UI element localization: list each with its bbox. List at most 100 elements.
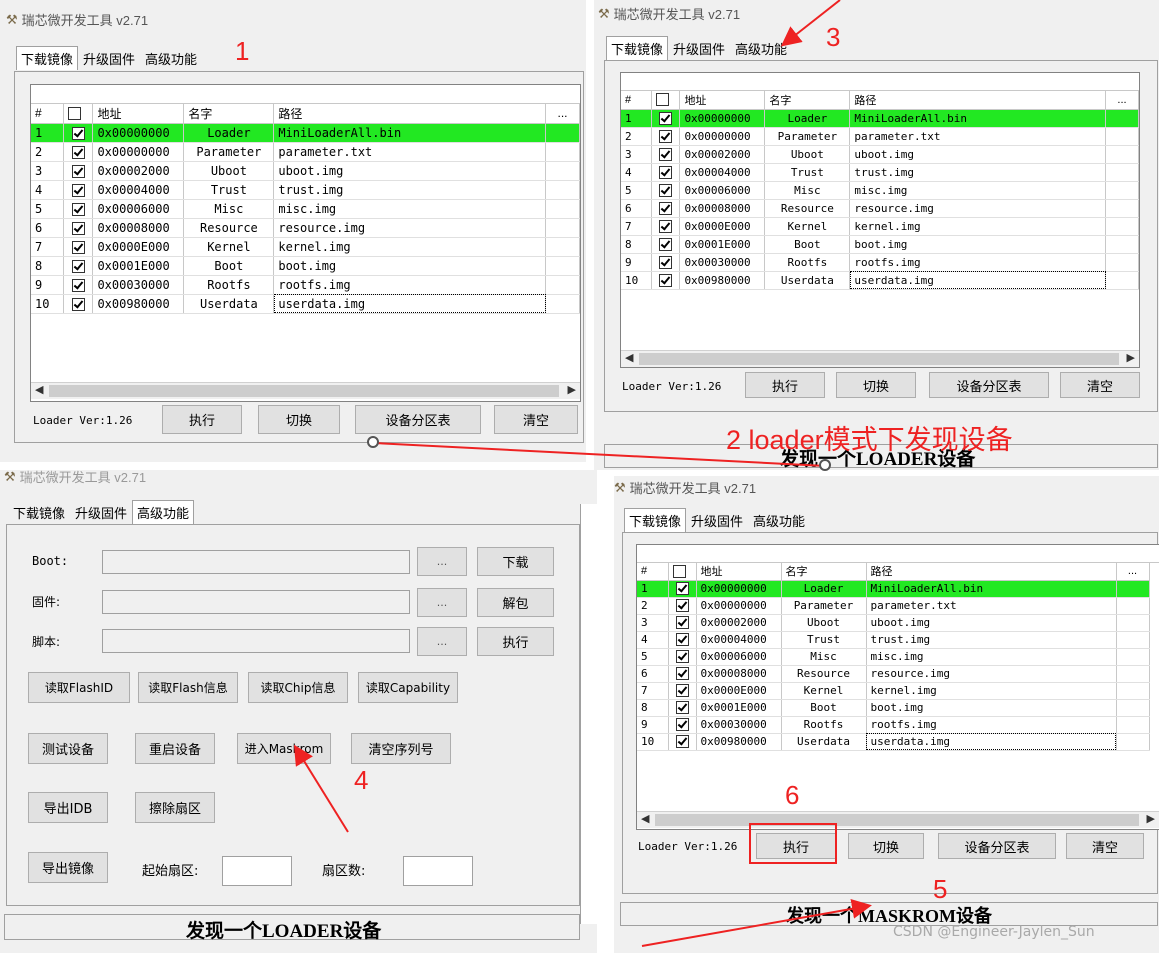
row-checkbox[interactable]: [675, 650, 689, 664]
row-checkbox[interactable]: [659, 129, 673, 143]
row-checkbox[interactable]: [675, 633, 689, 647]
tab-advanced[interactable]: 高级功能: [748, 508, 810, 532]
row-checkbox[interactable]: [659, 201, 673, 215]
table-row[interactable]: 7 0x0000E000 Kernel kernel.img: [31, 237, 580, 257]
tab-upgrade[interactable]: 升级固件: [686, 508, 748, 532]
script-path-input[interactable]: [102, 629, 410, 653]
row-checkbox[interactable]: [71, 259, 85, 273]
table-row[interactable]: 5 0x00006000 Misc misc.img: [637, 648, 1150, 666]
tab-download[interactable]: 下载镜像: [8, 500, 70, 524]
row-checkbox[interactable]: [675, 599, 689, 613]
column-header[interactable]: #: [31, 104, 65, 124]
row-checkbox[interactable]: [659, 273, 673, 287]
select-all-checkbox[interactable]: [672, 564, 686, 578]
row-checkbox[interactable]: [659, 183, 673, 197]
row-checkbox[interactable]: [71, 126, 85, 140]
table-row[interactable]: 2 0x00000000 Parameter parameter.txt: [621, 127, 1139, 146]
read-flashid-button[interactable]: 读取FlashID: [28, 672, 130, 703]
scroll-right-icon[interactable]: ▶: [568, 383, 576, 396]
start-sector-input[interactable]: [222, 856, 292, 886]
table-row[interactable]: 8 0x0001E000 Boot boot.img: [31, 256, 580, 276]
partition-table-button[interactable]: 设备分区表: [929, 372, 1049, 398]
scroll-left-icon[interactable]: ◀: [35, 383, 43, 396]
exec-button[interactable]: 执行: [745, 372, 825, 398]
table-row[interactable]: 7 0x0000E000 Kernel kernel.img: [621, 217, 1139, 236]
table-row[interactable]: 7 0x0000E000 Kernel kernel.img: [637, 682, 1150, 700]
read-capability-button[interactable]: 读取Capability: [358, 672, 458, 703]
tab-advanced[interactable]: 高级功能: [730, 36, 792, 60]
reboot-device-button[interactable]: 重启设备: [135, 733, 215, 764]
table-row[interactable]: 8 0x0001E000 Boot boot.img: [637, 699, 1150, 717]
table-row[interactable]: 1 0x00000000 Loader MiniLoaderAll.bin: [637, 580, 1150, 598]
export-idb-button[interactable]: 导出IDB: [28, 792, 108, 823]
table-row[interactable]: 3 0x00002000 Uboot uboot.img: [31, 161, 580, 181]
row-checkbox[interactable]: [71, 145, 85, 159]
partition-table-button[interactable]: 设备分区表: [938, 833, 1056, 859]
row-checkbox[interactable]: [71, 221, 85, 235]
row-checkbox[interactable]: [675, 701, 689, 715]
row-checkbox[interactable]: [675, 616, 689, 630]
row-checkbox[interactable]: [675, 718, 689, 732]
table-row[interactable]: 10 0x00980000 Userdata userdata.img: [621, 271, 1139, 290]
table-row[interactable]: 10 0x00980000 Userdata userdata.img: [31, 294, 580, 314]
partition-table-button[interactable]: 设备分区表: [355, 405, 481, 434]
scroll-thumb[interactable]: [49, 385, 559, 397]
column-header[interactable]: [63, 104, 94, 124]
scroll-thumb[interactable]: [655, 814, 1139, 826]
tab-advanced[interactable]: 高级功能: [140, 46, 202, 70]
row-checkbox[interactable]: [659, 165, 673, 179]
horizontal-scrollbar[interactable]: ◀ ▶: [621, 350, 1139, 367]
enter-maskrom-button[interactable]: 进入Maskrom: [237, 733, 331, 764]
column-header[interactable]: 地址: [92, 104, 185, 124]
exec-button[interactable]: 执行: [162, 405, 242, 434]
table-row[interactable]: 9 0x00030000 Rootfs rootfs.img: [621, 253, 1139, 272]
column-header[interactable]: 地址: [679, 91, 766, 110]
tab-upgrade[interactable]: 升级固件: [668, 36, 730, 60]
row-checkbox[interactable]: [71, 297, 85, 311]
row-checkbox[interactable]: [71, 278, 85, 292]
boot-browse-button[interactable]: ...: [417, 547, 467, 576]
erase-sector-button[interactable]: 擦除扇区: [135, 792, 215, 823]
row-checkbox[interactable]: [659, 219, 673, 233]
row-checkbox[interactable]: [659, 147, 673, 161]
table-row[interactable]: 6 0x00008000 Resource resource.img: [637, 665, 1150, 683]
table-row[interactable]: 6 0x00008000 Resource resource.img: [31, 218, 580, 238]
column-header[interactable]: [651, 91, 681, 110]
firmware-browse-button[interactable]: ...: [417, 588, 467, 617]
row-checkbox[interactable]: [659, 255, 673, 269]
row-checkbox[interactable]: [71, 183, 85, 197]
tab-advanced[interactable]: 高级功能: [132, 500, 195, 524]
table-row[interactable]: 8 0x0001E000 Boot boot.img: [621, 235, 1139, 254]
table-row[interactable]: 4 0x00004000 Trust trust.img: [621, 163, 1139, 182]
table-row[interactable]: 3 0x00002000 Uboot uboot.img: [637, 614, 1150, 632]
scroll-right-icon[interactable]: ▶: [1147, 812, 1155, 825]
row-checkbox[interactable]: [675, 735, 689, 749]
table-row[interactable]: 1 0x00000000 Loader MiniLoaderAll.bin: [31, 123, 580, 143]
test-device-button[interactable]: 测试设备: [28, 733, 108, 764]
switch-button[interactable]: 切换: [848, 833, 924, 859]
scroll-thumb[interactable]: [639, 353, 1119, 365]
script-browse-button[interactable]: ...: [417, 627, 467, 656]
clear-button[interactable]: 清空: [494, 405, 578, 434]
column-header[interactable]: 名字: [781, 563, 867, 581]
table-row[interactable]: 4 0x00004000 Trust trust.img: [637, 631, 1150, 649]
table-row[interactable]: 3 0x00002000 Uboot uboot.img: [621, 145, 1139, 164]
clear-button[interactable]: 清空: [1060, 372, 1140, 398]
table-row[interactable]: 9 0x00030000 Rootfs rootfs.img: [637, 716, 1150, 734]
tab-upgrade[interactable]: 升级固件: [78, 46, 140, 70]
row-checkbox[interactable]: [659, 111, 673, 125]
column-header[interactable]: 路径: [866, 563, 1117, 581]
table-row[interactable]: 1 0x00000000 Loader MiniLoaderAll.bin: [621, 109, 1139, 128]
column-header[interactable]: [668, 563, 697, 581]
column-header[interactable]: #: [621, 91, 653, 110]
column-header[interactable]: 路径: [849, 91, 1106, 110]
row-checkbox[interactable]: [675, 582, 689, 596]
firmware-path-input[interactable]: [102, 590, 410, 614]
row-checkbox[interactable]: [71, 240, 85, 254]
row-checkbox[interactable]: [71, 202, 85, 216]
read-chip-info-button[interactable]: 读取Chip信息: [248, 672, 348, 703]
table-row[interactable]: 2 0x00000000 Parameter parameter.txt: [637, 597, 1150, 615]
table-row[interactable]: 9 0x00030000 Rootfs rootfs.img: [31, 275, 580, 295]
export-image-button[interactable]: 导出镜像: [28, 852, 108, 883]
column-header[interactable]: ...: [545, 104, 580, 124]
